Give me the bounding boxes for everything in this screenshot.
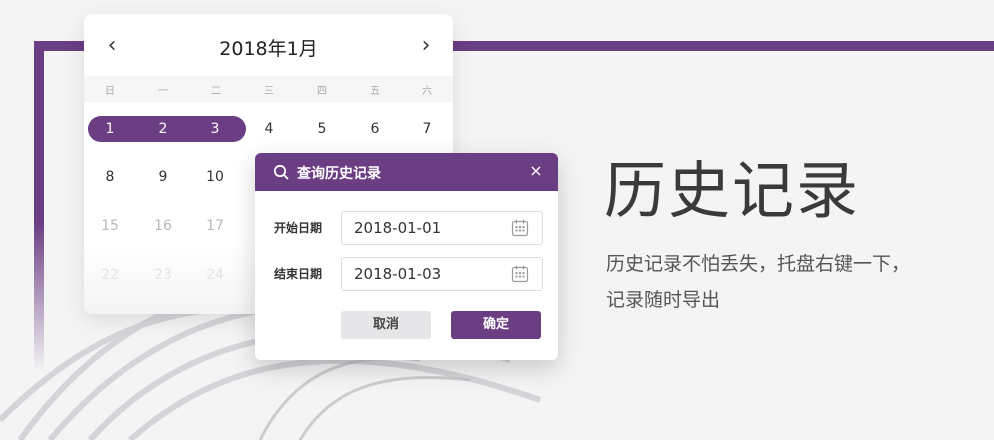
weekday-label: 三 <box>264 86 274 97</box>
calendar-icon[interactable] <box>510 218 530 238</box>
calendar-day[interactable]: 7 <box>412 118 442 140</box>
calendar-day[interactable]: 17 <box>200 215 230 237</box>
calendar-day[interactable]: 1 <box>95 118 125 140</box>
confirm-button[interactable]: 确定 <box>451 311 541 339</box>
calendar-day[interactable]: 3 <box>200 118 230 140</box>
weekday-label: 六 <box>422 86 432 97</box>
cancel-button[interactable]: 取消 <box>341 311 431 339</box>
start-date-field[interactable]: 2018-01-01 <box>341 211 543 245</box>
calendar-day[interactable]: 10 <box>200 166 230 188</box>
weekday-label: 日 <box>105 86 115 97</box>
calendar-day[interactable]: 24 <box>200 264 230 286</box>
chevron-right-icon[interactable]: › <box>414 34 438 58</box>
weekday-label: 二 <box>211 86 221 97</box>
weekday-label: 五 <box>370 86 380 97</box>
calendar-day[interactable]: 8 <box>95 166 125 188</box>
history-query-dialog: 查询历史记录 × 开始日期 2018-01-01 结束日期 2018-01-03 <box>255 153 558 360</box>
calendar-day[interactable]: 5 <box>307 118 337 140</box>
calendar-month-title: 2018年1月 <box>219 38 318 60</box>
start-date-label: 开始日期 <box>274 221 323 235</box>
calendar-day[interactable]: 6 <box>360 118 390 140</box>
hero-description-line: 历史记录不怕丢失，托盘右键一下， <box>606 253 911 275</box>
accent-bar-top <box>453 41 994 51</box>
hero-description: 历史记录不怕丢失，托盘右键一下， 记录随时导出 <box>606 246 986 318</box>
weekday-label: 一 <box>158 86 168 97</box>
calendar-day[interactable]: 2 <box>148 118 178 140</box>
accent-bar-vertical <box>34 41 44 371</box>
dialog-title: 查询历史记录 <box>297 166 381 182</box>
calendar-day[interactable]: 4 <box>254 118 284 140</box>
search-icon <box>273 164 289 180</box>
calendar-weekday-row: 日 一 二 三 四 五 六 <box>84 76 453 102</box>
calendar-day[interactable]: 22 <box>95 264 125 286</box>
calendar-day[interactable]: 16 <box>148 215 178 237</box>
calendar-day[interactable]: 9 <box>148 166 178 188</box>
calendar-day[interactable]: 23 <box>148 264 178 286</box>
calendar-day[interactable]: 15 <box>95 215 125 237</box>
end-date-label: 结束日期 <box>274 267 323 281</box>
end-date-field[interactable]: 2018-01-03 <box>341 257 543 291</box>
end-date-value: 2018-01-03 <box>354 265 442 283</box>
dialog-header: 查询历史记录 × <box>255 153 558 191</box>
calendar-header: ‹ 2018年1月 › <box>84 14 453 76</box>
hero-description-line: 记录随时导出 <box>606 289 721 311</box>
hero-title: 历史记录 <box>604 154 861 227</box>
weekday-label: 四 <box>317 86 327 97</box>
calendar-icon[interactable] <box>510 264 530 284</box>
start-date-value: 2018-01-01 <box>354 219 442 237</box>
close-icon[interactable]: × <box>527 162 545 180</box>
